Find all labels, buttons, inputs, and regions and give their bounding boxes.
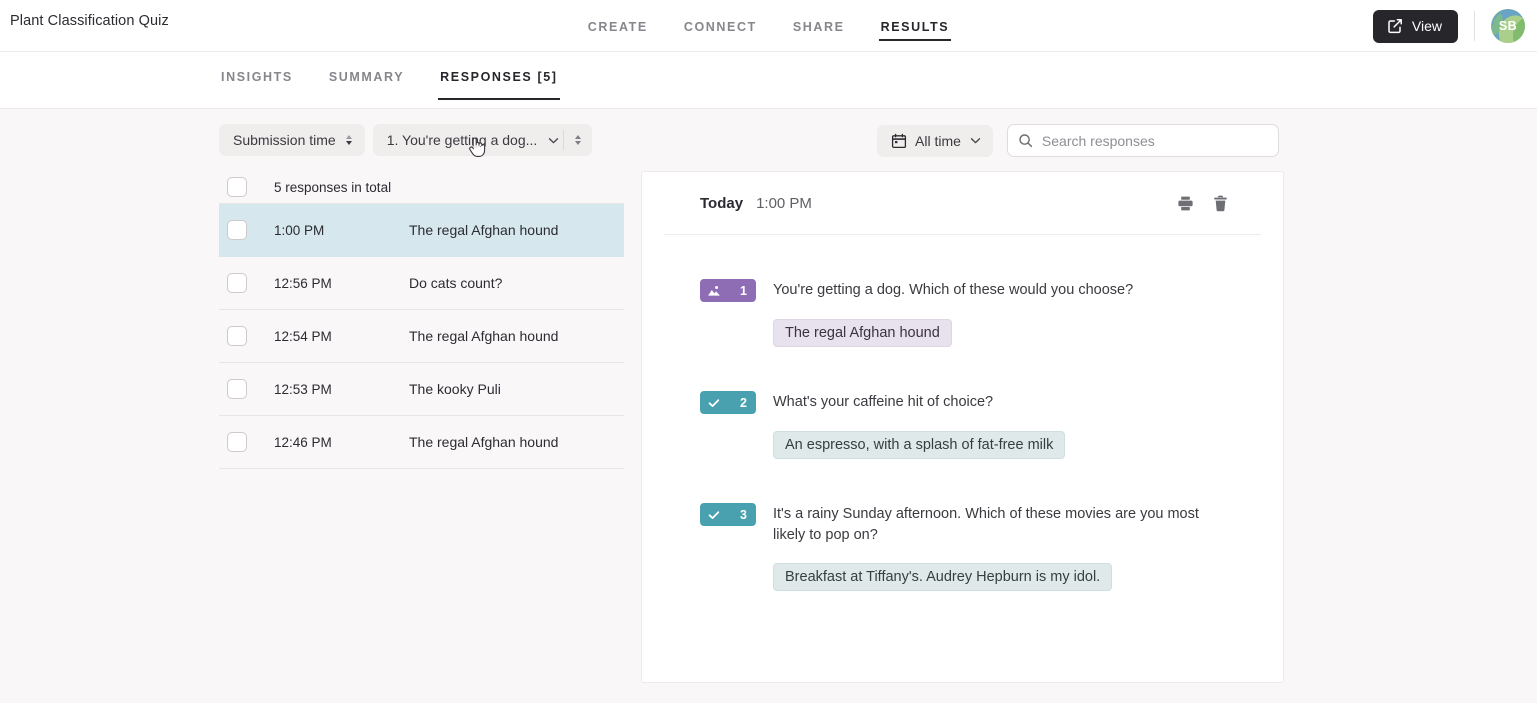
row-answer: The regal Afghan hound xyxy=(409,434,559,450)
row-answer: The regal Afghan hound xyxy=(409,222,559,238)
question-row: 3 It's a rainy Sunday afternoon. Which o… xyxy=(700,503,1261,546)
view-button-label: View xyxy=(1411,18,1442,34)
responses-toolbar: Submission time 1. You're getting a dog.… xyxy=(0,109,1537,171)
question-text: You're getting a dog. Which of these wou… xyxy=(773,282,1134,298)
question-badge: 3 xyxy=(700,503,756,526)
answer-chip: The regal Afghan hound xyxy=(773,319,952,347)
date-range-label: All time xyxy=(915,132,961,149)
avatar-initials: SB xyxy=(1498,19,1518,33)
avatar[interactable]: SB xyxy=(1491,9,1525,43)
detail-actions xyxy=(1177,172,1228,235)
table-row[interactable]: 12:56 PM Do cats count? xyxy=(219,257,624,310)
sort-arrows-icon xyxy=(573,132,583,148)
response-detail-header: Today 1:00 PM xyxy=(664,172,1261,235)
nav-connect[interactable]: CONNECT xyxy=(682,5,759,48)
printer-icon[interactable] xyxy=(1177,195,1194,212)
question-number: 1 xyxy=(740,283,747,298)
row-checkbox[interactable] xyxy=(227,326,247,346)
question-number: 2 xyxy=(740,395,747,410)
toolbar-right: All time xyxy=(877,124,1279,157)
external-link-icon xyxy=(1387,18,1403,34)
sort-by-label: Submission time xyxy=(233,132,336,148)
question-badge: 1 xyxy=(700,279,756,302)
answer-chip: An espresso, with a splash of fat-free m… xyxy=(773,431,1066,459)
search-responses-box[interactable] xyxy=(1006,124,1279,157)
tab-responses[interactable]: RESPONSES [5] xyxy=(438,52,560,100)
response-detail-card: Today 1:00 PM 1 You're getting a dog. Wh… xyxy=(641,171,1284,683)
view-button[interactable]: View xyxy=(1372,9,1458,43)
tab-summary[interactable]: SUMMARY xyxy=(327,52,406,100)
check-icon xyxy=(707,508,721,522)
answer-chip: Breakfast at Tiffany's. Audrey Hepburn i… xyxy=(773,563,1113,591)
top-bar: Plant Classification Quiz CREATE CONNECT… xyxy=(0,0,1537,52)
nav-share[interactable]: SHARE xyxy=(791,5,847,48)
row-time: 12:54 PM xyxy=(274,328,332,344)
question-filter-dropdown[interactable]: 1. You're getting a dog... xyxy=(373,124,563,156)
question-text: It's a rainy Sunday afternoon. Which of … xyxy=(773,506,1199,543)
date-range-dropdown[interactable]: All time xyxy=(877,124,993,157)
row-answer: The kooky Puli xyxy=(409,381,501,397)
tab-insights[interactable]: INSIGHTS xyxy=(219,52,295,100)
table-row[interactable]: 12:53 PM The kooky Puli xyxy=(219,363,624,416)
check-icon xyxy=(707,396,721,410)
detail-time-label: 1:00 PM xyxy=(756,194,812,212)
image-icon xyxy=(707,284,721,298)
row-answer: Do cats count? xyxy=(409,275,503,291)
calendar-icon xyxy=(891,133,907,149)
row-checkbox[interactable] xyxy=(227,379,247,399)
nav-results[interactable]: RESULTS xyxy=(878,5,952,48)
row-checkbox[interactable] xyxy=(227,273,247,293)
responses-list: 5 responses in total 1:00 PM The regal A… xyxy=(219,171,624,683)
nav-create[interactable]: CREATE xyxy=(586,5,650,48)
question-block: 2 What's your caffeine hit of choice? An… xyxy=(664,347,1261,459)
sub-tabs: INSIGHTS SUMMARY RESPONSES [5] xyxy=(0,52,1537,157)
chevron-down-icon xyxy=(547,134,560,147)
response-detail-wrap: Today 1:00 PM 1 You're getting a dog. Wh… xyxy=(624,171,1284,683)
search-input[interactable] xyxy=(1041,132,1268,149)
question-filter-label: 1. You're getting a dog... xyxy=(386,132,538,148)
table-row[interactable]: 12:46 PM The regal Afghan hound xyxy=(219,416,624,469)
question-row: 1 You're getting a dog. Which of these w… xyxy=(700,279,1261,302)
question-badge: 2 xyxy=(700,391,756,414)
trash-icon[interactable] xyxy=(1213,195,1228,212)
detail-day-label: Today xyxy=(700,194,744,212)
main-nav: CREATE CONNECT SHARE RESULTS xyxy=(0,0,1537,52)
question-block: 1 You're getting a dog. Which of these w… xyxy=(664,235,1261,347)
question-block: 3 It's a rainy Sunday afternoon. Which o… xyxy=(664,459,1261,591)
row-answer: The regal Afghan hound xyxy=(409,328,559,344)
search-icon xyxy=(1018,133,1033,148)
row-time: 12:53 PM xyxy=(274,381,332,397)
row-time: 1:00 PM xyxy=(274,222,325,238)
main-content: 5 responses in total 1:00 PM The regal A… xyxy=(0,171,1537,683)
question-text: What's your caffeine hit of choice? xyxy=(773,394,994,410)
question-number: 3 xyxy=(740,507,747,522)
top-bar-right: View SB xyxy=(1372,0,1525,52)
row-checkbox[interactable] xyxy=(227,220,247,240)
sort-by-dropdown[interactable]: Submission time xyxy=(219,124,365,156)
row-time: 12:46 PM xyxy=(274,434,332,450)
select-all-checkbox[interactable] xyxy=(227,177,247,197)
row-time: 12:56 PM xyxy=(274,275,332,291)
question-sort-button[interactable] xyxy=(564,124,592,156)
table-row[interactable]: 1:00 PM The regal Afghan hound xyxy=(219,204,624,257)
chevron-down-icon xyxy=(969,134,982,147)
top-bar-divider xyxy=(1474,11,1475,41)
responses-list-header: 5 responses in total xyxy=(219,171,624,204)
question-row: 2 What's your caffeine hit of choice? xyxy=(700,391,1261,414)
table-row[interactable]: 12:54 PM The regal Afghan hound xyxy=(219,310,624,363)
sort-arrows-icon xyxy=(344,132,354,148)
question-filter-group: 1. You're getting a dog... xyxy=(372,124,592,156)
row-checkbox[interactable] xyxy=(227,432,247,452)
responses-total-label: 5 responses in total xyxy=(274,179,392,195)
